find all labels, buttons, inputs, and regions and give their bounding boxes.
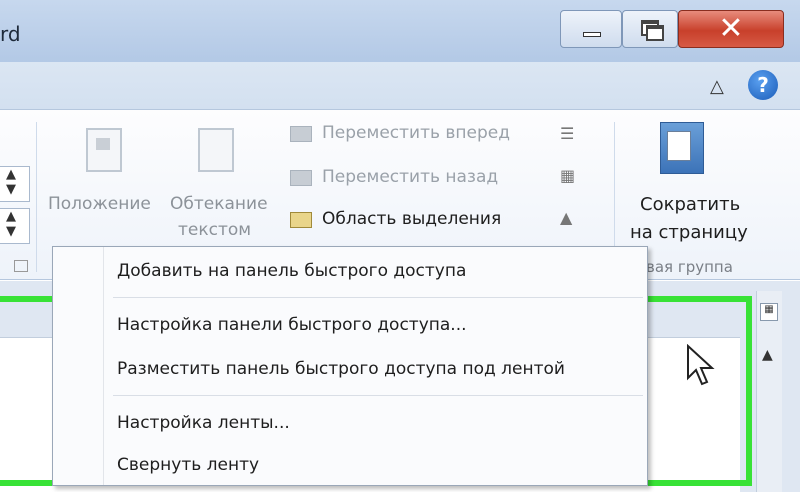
group-divider <box>36 122 37 272</box>
selection-pane-label: Область выделения <box>322 209 502 229</box>
menu-separator <box>113 395 643 396</box>
minimize-button[interactable] <box>560 10 622 48</box>
menu-item-add-to-qat[interactable]: Добавить на панель быстрого доступа <box>117 261 466 281</box>
title-bar: rd ✕ <box>0 0 800 62</box>
window-title: rd <box>0 22 21 46</box>
bring-forward-icon <box>290 126 312 142</box>
group-objects-icon[interactable]: ▦ <box>560 166 590 186</box>
bring-forward-label: Переместить вперед <box>322 123 510 143</box>
text-wrap-icon[interactable] <box>198 128 234 172</box>
shrink-one-page-icon[interactable] <box>660 122 704 174</box>
context-menu: Добавить на панель быстрого доступа Наст… <box>52 246 648 486</box>
scroll-up-icon[interactable]: ▲ <box>762 347 773 363</box>
rotate-icon[interactable]: ▲ <box>560 208 590 228</box>
selection-pane-icon <box>290 212 312 228</box>
text-wrap-label-line2[interactable]: текстом <box>178 220 251 240</box>
shrink-one-page-label[interactable]: Сократить <box>640 194 740 215</box>
position-button-label[interactable]: Положение <box>48 194 151 214</box>
collapse-ribbon-icon[interactable]: △ <box>710 76 724 97</box>
close-button[interactable]: ✕ <box>678 10 784 48</box>
text-wrap-label[interactable]: Обтекание <box>170 194 268 214</box>
help-icon[interactable]: ? <box>748 70 778 100</box>
close-icon: ✕ <box>718 11 744 46</box>
mouse-cursor-icon <box>687 344 715 386</box>
ribbon-group-name: вая группа <box>646 258 733 276</box>
align-icon[interactable]: ☰ <box>560 124 590 144</box>
ruler-toggle-icon[interactable]: ▦ <box>760 303 778 321</box>
minimize-icon <box>583 32 601 37</box>
size-spinner-width[interactable]: ▲ ▼ <box>0 208 30 244</box>
menu-item-qat-below-ribbon[interactable]: Разместить панель быстрого доступа под л… <box>117 359 565 379</box>
send-backward-icon <box>290 170 312 186</box>
restore-button[interactable] <box>622 10 678 48</box>
dialog-launcher-icon[interactable] <box>14 260 28 272</box>
menu-item-customize-ribbon[interactable]: Настройка ленты... <box>117 413 290 433</box>
menu-icon-gutter <box>103 247 104 485</box>
vertical-scrollbar[interactable] <box>756 291 782 492</box>
menu-separator <box>113 297 643 298</box>
menu-item-customize-qat[interactable]: Настройка панели быстрого доступа... <box>117 315 467 335</box>
position-icon[interactable] <box>86 128 122 172</box>
send-backward-label: Переместить назад <box>322 167 499 187</box>
size-spinner-height[interactable]: ▲ ▼ <box>0 166 30 202</box>
restore-icon-front <box>646 25 664 41</box>
menu-item-collapse-ribbon[interactable]: Свернуть ленту <box>117 455 259 475</box>
shrink-one-page-label-line2[interactable]: на страницу <box>630 222 748 243</box>
ribbon-tab-row: △ ? <box>0 62 800 110</box>
